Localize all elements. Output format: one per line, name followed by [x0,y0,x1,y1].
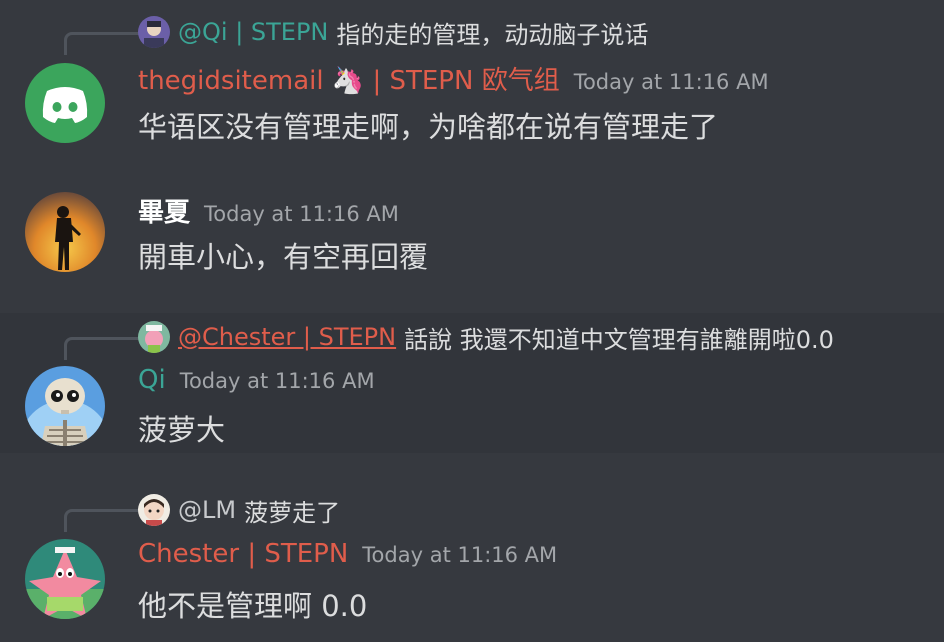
skeleton-icon [25,366,105,446]
message-text: 菠萝大 [138,413,226,447]
reply-connector [64,337,141,360]
username[interactable]: thegidsitemail 🦄 | STEPN 欧气组 [138,60,560,97]
reply-author[interactable]: @LM [178,496,236,524]
username[interactable]: Qi [138,365,166,395]
avatar[interactable] [25,539,105,619]
message-header: Qi Today at 11:16 AM [138,365,375,401]
message-header: Chester | STEPN Today at 11:16 AM [138,539,557,575]
reply-avatar[interactable] [138,16,170,48]
message-2: 畢夏 Today at 11:16 AM 開車小心，有空再回覆 [0,180,944,295]
reply-avatar[interactable] [138,321,170,353]
reply-author[interactable]: @Chester | STEPN [178,323,396,351]
discord-logo-icon [25,63,105,143]
silhouette-icon [25,192,105,272]
reply-text[interactable]: 指的走的管理，动动脑子说话 [336,15,648,50]
timestamp[interactable]: Today at 11:16 AM [204,202,399,226]
message-text: 华语区没有管理走啊，为啥都在说有管理走了 [138,110,719,144]
message-header: thegidsitemail 🦄 | STEPN 欧气组 Today at 11… [138,60,769,96]
timestamp[interactable]: Today at 11:16 AM [362,543,557,567]
avatar[interactable] [25,63,105,143]
avatar[interactable] [25,366,105,446]
reply-connector [64,32,141,55]
username[interactable]: Chester | STEPN [138,539,348,569]
message-header: 畢夏 Today at 11:16 AM [138,192,399,228]
username[interactable]: 畢夏 [138,192,190,229]
reply-preview[interactable]: @LM 菠萝走了 [138,493,340,527]
timestamp[interactable]: Today at 11:16 AM [180,369,375,393]
reply-author[interactable]: @Qi | STEPN [178,18,328,46]
message-4: @LM 菠萝走了 Chester | STEPN Today at 11:16 … [0,485,944,642]
reply-preview[interactable]: @Qi | STEPN 指的走的管理，动动脑子说话 [138,15,648,49]
message-text: 開車小心，有空再回覆 [138,240,429,274]
message-text: 他不是管理啊 0.0 [138,589,368,623]
patrick-star-icon [25,539,105,619]
reply-text[interactable]: 話說 我還不知道中文管理有誰離開啦0.0 [404,320,834,355]
reply-avatar[interactable] [138,494,170,526]
reply-connector [64,509,141,532]
message-1: @Qi | STEPN 指的走的管理，动动脑子说话 thegidsitemail… [0,0,944,160]
reply-preview[interactable]: @Chester | STEPN 話說 我還不知道中文管理有誰離開啦0.0 [138,320,834,354]
avatar[interactable] [25,192,105,272]
reply-text[interactable]: 菠萝走了 [244,493,340,528]
timestamp[interactable]: Today at 11:16 AM [574,70,769,94]
message-3: @Chester | STEPN 話說 我還不知道中文管理有誰離開啦0.0 Qi… [0,313,944,453]
